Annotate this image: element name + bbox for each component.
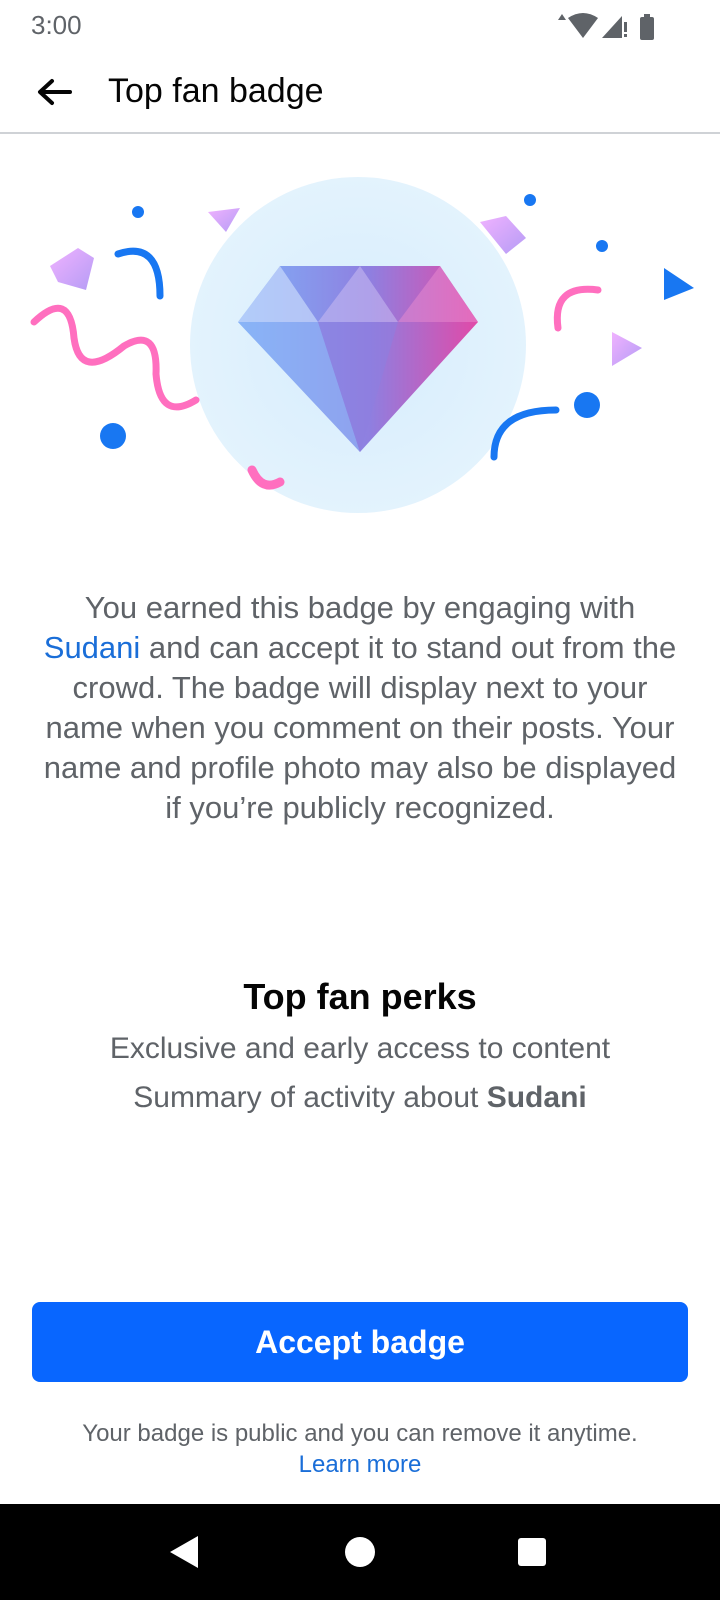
nav-recents-icon [518,1538,546,1566]
perk-item: Exclusive and early access to content [109,1032,611,1065]
perks-title: Top fan perks [243,976,477,1017]
battery-icon [640,14,654,40]
wifi-icon [568,13,598,38]
description-text-before: You earned this badge by engaging with [84,590,636,625]
nav-back-button[interactable] [162,1530,206,1574]
accept-badge-button[interactable]: Accept badge [32,1302,688,1382]
page-title: Top fan badge [108,72,324,110]
nav-home-icon [345,1537,375,1567]
creator-link[interactable]: Sudani [44,630,141,665]
status-time: 3:00 [31,10,82,40]
footer-note: Your badge is public and you can remove … [0,1418,720,1480]
perk-item-text: Summary of activity about [133,1081,487,1114]
arrow-left-icon [38,79,72,105]
back-button[interactable] [26,66,82,118]
footer-note-text: Your badge is public and you can remove … [82,1420,638,1447]
perk-creator-name: Sudani [486,1081,587,1114]
signal-icon [602,16,627,38]
perk-item: Summary of activity about Sudani [0,1081,720,1115]
system-nav-bar [0,1504,720,1600]
app-bar: Top fan badge [0,52,720,134]
badge-illustration [30,177,694,513]
nav-home-button[interactable] [338,1530,382,1574]
data-arrows-icon [558,14,566,20]
learn-more-link[interactable]: Learn more [0,1449,720,1480]
nav-back-icon [170,1536,198,1568]
status-bar: 3:00 [0,0,720,52]
status-icons [558,13,654,40]
nav-recents-button[interactable] [510,1530,554,1574]
badge-description: You earned this badge by engaging with S… [40,588,680,828]
